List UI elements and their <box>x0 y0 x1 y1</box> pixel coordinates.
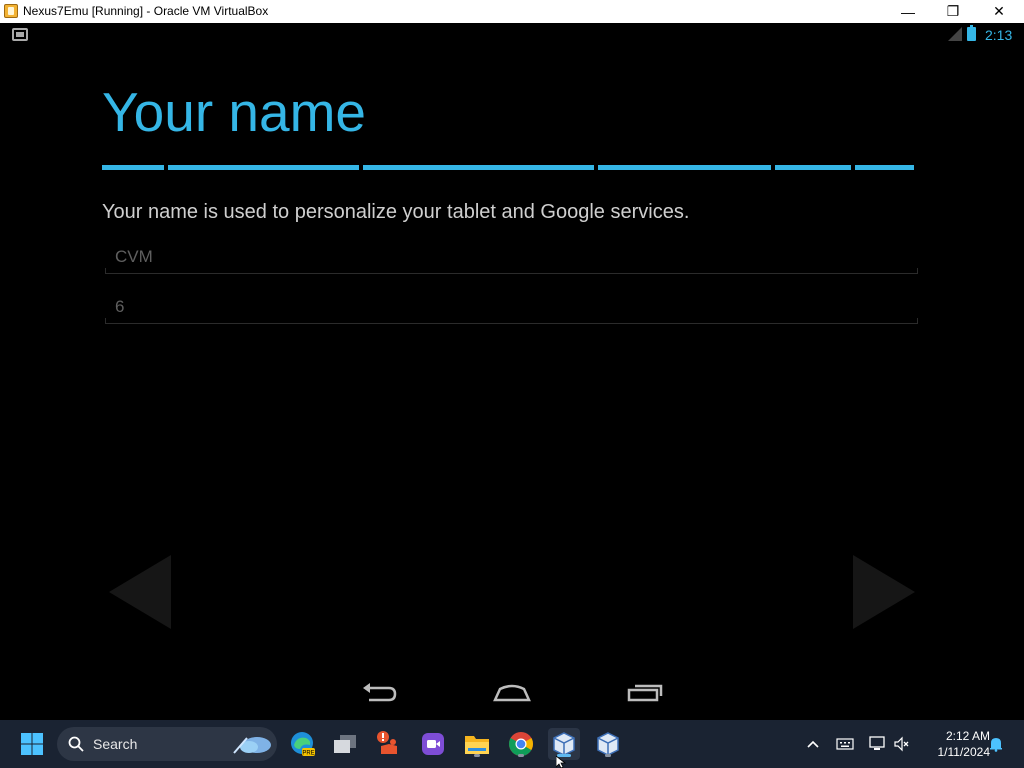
search-label: Search <box>93 736 138 752</box>
progress-segment <box>598 165 771 170</box>
volume-muted-icon[interactable] <box>892 734 912 754</box>
progress-segment <box>855 165 914 170</box>
description-text: Your name is used to personalize your ta… <box>102 201 690 223</box>
signal-icon <box>948 27 962 41</box>
previous-arrow-button[interactable] <box>109 555 171 629</box>
virtualbox-manager-icon[interactable] <box>592 728 624 760</box>
progress-segment <box>775 165 851 170</box>
page-title: Your name <box>102 81 366 143</box>
chrome-icon[interactable] <box>505 728 537 760</box>
maximize-button[interactable]: ❐ <box>930 0 976 23</box>
svg-text:PRE: PRE <box>302 751 314 757</box>
first-name-field[interactable] <box>105 243 918 274</box>
android-screen: 2:13 Your name Your name is used to pers… <box>0 23 1024 720</box>
taskbar-search-box[interactable]: Search <box>57 727 277 761</box>
first-name-input[interactable] <box>105 243 918 271</box>
status-time: 2:13 <box>985 27 1013 43</box>
fsm-app-icon[interactable] <box>373 728 405 760</box>
progress-segment <box>102 165 164 170</box>
clock-date: 1/11/2024 <box>937 745 991 759</box>
network-icon[interactable] <box>867 734 887 754</box>
app-running-indicator <box>474 754 480 757</box>
setup-progress-bar <box>102 165 921 170</box>
app-running-indicator <box>518 754 524 757</box>
last-name-input[interactable] <box>105 293 918 321</box>
close-button[interactable]: ✕ <box>976 0 1022 23</box>
clock-time: 2:12 AM <box>945 729 990 743</box>
file-explorer-icon[interactable] <box>461 728 493 760</box>
keyboard-icon[interactable] <box>835 734 855 754</box>
minimize-button[interactable]: — <box>885 0 931 23</box>
window-titlebar: Nexus7Emu [Running] - Oracle VM VirtualB… <box>0 0 1024 23</box>
battery-icon <box>967 25 976 41</box>
clipchamp-icon[interactable] <box>417 728 449 760</box>
notification-icon[interactable] <box>12 28 28 41</box>
chevron-up-icon[interactable] <box>803 734 823 754</box>
virtualbox-app-icon <box>4 4 18 18</box>
edge-beta-icon[interactable]: PRE <box>286 728 318 760</box>
notification-bell-icon[interactable] <box>986 734 1006 754</box>
home-icon[interactable] <box>492 678 532 708</box>
windows-taskbar: Search PRE 2:12 AM 1/11/2024 <box>0 720 1024 768</box>
app-running-indicator <box>605 754 611 757</box>
back-icon[interactable] <box>359 678 399 708</box>
mouse-cursor-icon <box>556 756 566 768</box>
last-name-field[interactable] <box>105 293 918 324</box>
taskbar-clock[interactable]: 2:12 AM 1/11/2024 <box>920 728 991 760</box>
window-title: Nexus7Emu [Running] - Oracle VM VirtualB… <box>23 4 269 18</box>
search-highlight-icon <box>233 737 271 754</box>
search-icon <box>68 736 84 752</box>
next-arrow-button[interactable] <box>853 555 915 629</box>
android-status-bar: 2:13 <box>0 23 1024 47</box>
task-view-icon[interactable] <box>329 728 361 760</box>
progress-segment <box>168 165 359 170</box>
windows-start-icon[interactable] <box>16 728 48 760</box>
progress-segment <box>363 165 594 170</box>
recent-apps-icon[interactable] <box>625 678 665 708</box>
